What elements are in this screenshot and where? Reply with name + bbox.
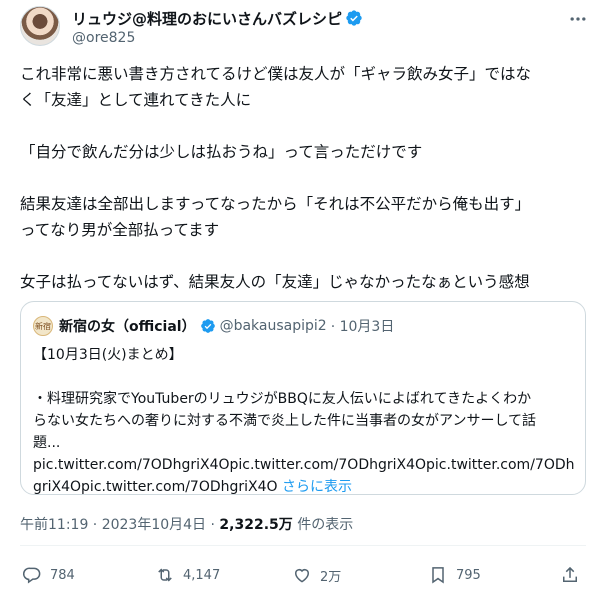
retweet-button[interactable]: 4,147 bbox=[155, 560, 220, 590]
tweet-line: 女子は払ってないはず、結果友人の「友達」じゃなかったなぁという感想 bbox=[20, 273, 530, 291]
quoted-author-handle[interactable]: @bakausapipi2 bbox=[220, 318, 327, 334]
author-avatar[interactable] bbox=[20, 6, 60, 46]
bookmark-button[interactable]: 795 bbox=[428, 560, 481, 590]
quoted-author-name[interactable]: 新宿の女（official） bbox=[59, 316, 196, 336]
quoted-line: 【10月3日(火)まとめ】 bbox=[33, 347, 183, 363]
tweet-line: く「友達」として連れてきた人に bbox=[20, 91, 252, 109]
quoted-line: pic.twitter.com/7ODhgriX4Opic.twitter.co… bbox=[33, 457, 575, 473]
tweet-line: ってなり男が全部払ってます bbox=[20, 221, 220, 239]
tweet-header: リュウジ@料理のおにいさんバズレシピ @ore825 bbox=[20, 6, 595, 50]
author-handle[interactable]: @ore825 bbox=[72, 30, 135, 46]
verified-badge-icon bbox=[346, 10, 362, 26]
tweet-line: 「自分で飲んだ分は少しは払おうね」って言っただけです bbox=[20, 143, 423, 161]
verified-badge-icon bbox=[200, 319, 215, 333]
more-options-button[interactable] bbox=[567, 8, 589, 30]
tweet-timestamp[interactable]: 午前11:19 · 2023年10月4日 · bbox=[20, 517, 219, 533]
bookmark-count: 795 bbox=[456, 567, 481, 583]
tweet-meta: 午前11:19 · 2023年10月4日 · 2,322.5万 件の表示 bbox=[20, 514, 353, 534]
more-dots-icon bbox=[570, 17, 586, 21]
divider bbox=[20, 545, 586, 546]
quoted-tweet-text: 【10月3日(火)まとめ】 ・料理研究家でYouTuberのリュウジがBBQに友… bbox=[33, 344, 578, 498]
tweet-text: これ非常に悪い書き方されてるけど僕は友人が「ギャラ飲み女子」ではな く「友達」と… bbox=[20, 61, 590, 295]
quoted-line: 題... bbox=[33, 435, 61, 451]
author-name-row: リュウジ@料理のおにいさんバズレシピ bbox=[72, 8, 363, 28]
quoted-link-text: griX4Opic.twitter.com/7ODhgriX4O bbox=[33, 479, 278, 495]
quoted-line: らない女たちへの奢りに対する不満で炎上した件に当事者の女がアンサーして話 bbox=[33, 413, 537, 429]
author-display-name[interactable]: リュウジ@料理のおにいさんバズレシピ bbox=[72, 8, 342, 29]
tweet-line: これ非常に悪い書き方されてるけど僕は友人が「ギャラ飲み女子」ではな bbox=[20, 65, 532, 83]
quoted-last-line: griX4Opic.twitter.com/7ODhgriX4O さらに表示 bbox=[33, 476, 578, 498]
like-icon bbox=[295, 569, 309, 583]
view-count-label: 件の表示 bbox=[292, 517, 354, 533]
share-icon bbox=[563, 566, 577, 582]
tweet-line: 結果友達は全部出しますってなったから「それは不公平だから俺も出す」 bbox=[20, 195, 531, 213]
quoted-tweet-header: 新宿 新宿の女（official） @bakausapipi2 · 10月3日 bbox=[33, 316, 394, 336]
quoted-author-avatar[interactable]: 新宿 bbox=[33, 316, 53, 336]
quoted-tweet-date[interactable]: · 10月3日 bbox=[331, 316, 395, 336]
view-count: 2,322.5万 bbox=[219, 517, 293, 533]
reply-button[interactable]: 784 bbox=[22, 560, 75, 590]
reply-icon bbox=[22, 567, 41, 584]
show-more-link[interactable]: さらに表示 bbox=[282, 479, 352, 495]
retweet-icon bbox=[158, 568, 172, 582]
share-button[interactable] bbox=[560, 560, 580, 590]
quoted-line bbox=[33, 366, 578, 388]
like-button[interactable]: 2万 bbox=[292, 560, 341, 590]
retweet-count: 4,147 bbox=[183, 567, 221, 583]
bookmark-icon bbox=[432, 567, 444, 584]
reply-count: 784 bbox=[50, 567, 75, 583]
quoted-line: ・料理研究家でYouTuberのリュウジがBBQに友人伝いによばれてきたよくわか bbox=[33, 391, 532, 407]
like-count: 2万 bbox=[320, 569, 342, 585]
action-bar: 784 4,147 2万 795 bbox=[20, 560, 586, 590]
quoted-tweet[interactable]: 新宿 新宿の女（official） @bakausapipi2 · 10月3日 … bbox=[20, 301, 586, 495]
